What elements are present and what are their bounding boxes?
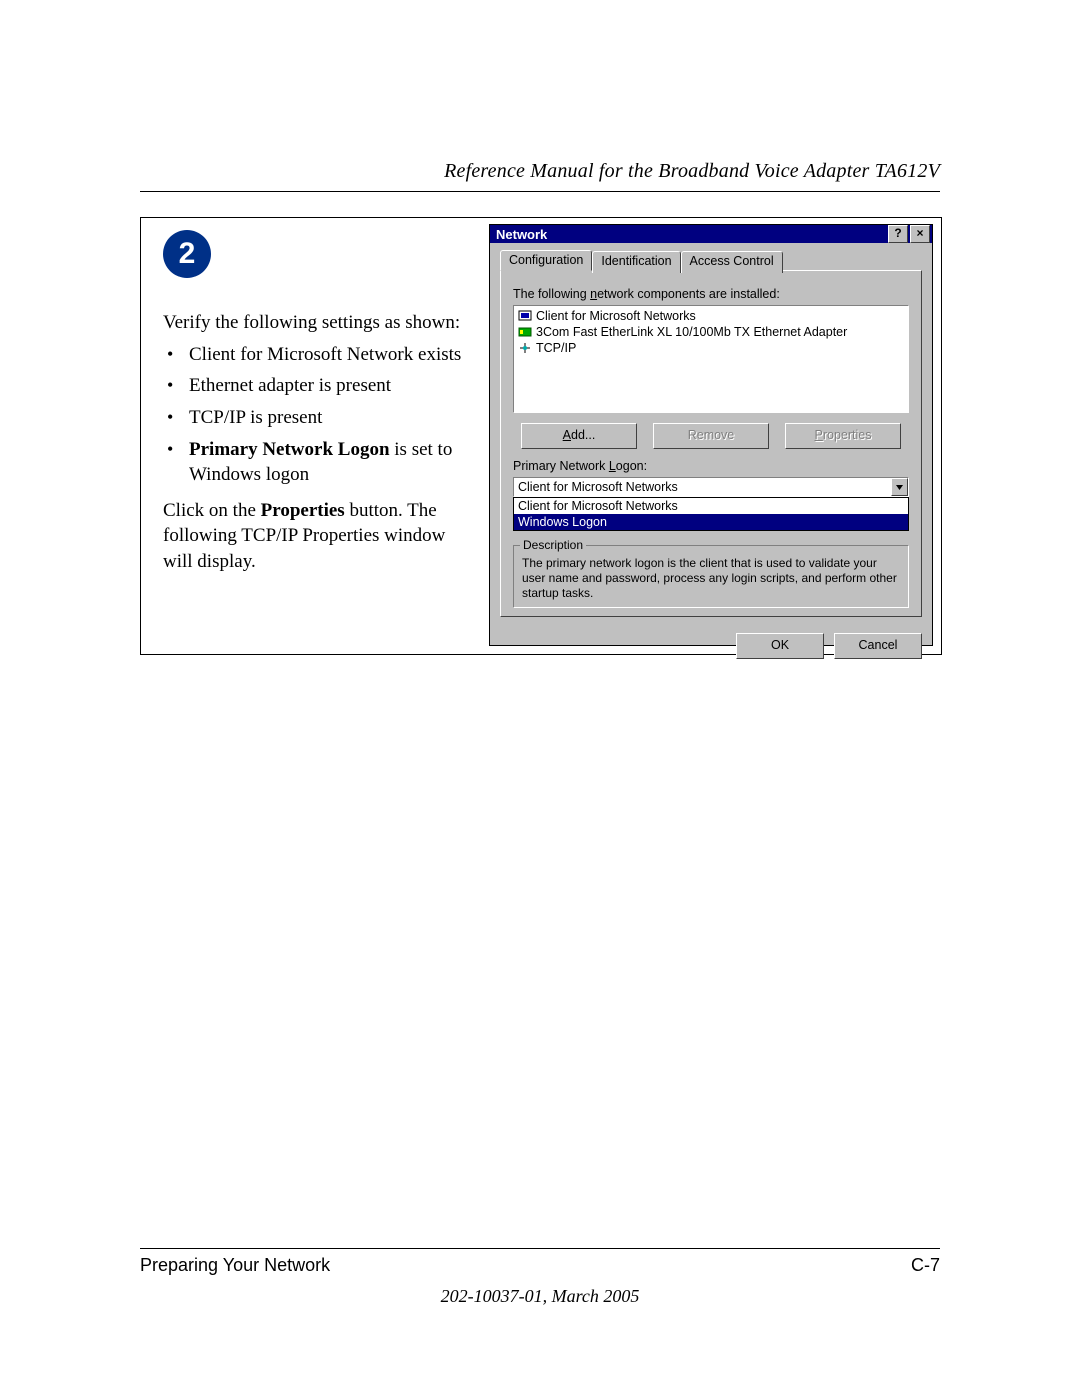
text: Remove: [688, 428, 735, 442]
footer-row: Preparing Your Network C-7: [140, 1255, 940, 1276]
footer-rule: [140, 1248, 940, 1249]
underline: A: [563, 428, 571, 442]
network-dialog: Network ? × Configuration Identification…: [489, 224, 933, 646]
description-group: Description The primary network logon is…: [513, 545, 909, 608]
dialog-footer: OK Cancel: [490, 625, 932, 669]
tab-identification[interactable]: Identification: [592, 251, 680, 273]
list-item[interactable]: 3Com Fast EtherLink XL 10/100Mb TX Ether…: [517, 324, 905, 340]
group-legend: Description: [520, 538, 586, 553]
text: dd...: [571, 428, 595, 442]
list-item[interactable]: Client for Microsoft Networks: [517, 308, 905, 324]
text: roperties: [823, 428, 872, 442]
list-item[interactable]: TCP/IP: [517, 340, 905, 356]
dialog-body: Configuration Identification Access Cont…: [490, 243, 932, 625]
dropdown-option-selected[interactable]: Windows Logon: [514, 514, 908, 530]
tab-row: Configuration Identification Access Cont…: [500, 249, 922, 271]
description-text: The primary network logon is the client …: [522, 556, 897, 600]
components-label: The following network components are ins…: [513, 287, 909, 301]
adapter-icon: [518, 325, 532, 339]
component-button-row: Add... Remove Properties: [521, 423, 901, 449]
client-icon: [518, 309, 532, 323]
list-item: Ethernet adapter is present: [183, 373, 463, 399]
bold-text: Primary Network Logon: [189, 439, 390, 460]
chevron-down-icon[interactable]: [891, 478, 908, 496]
dialog-column: Network ? × Configuration Identification…: [481, 218, 941, 654]
combo-value: Client for Microsoft Networks: [514, 478, 891, 496]
primary-logon-label: Primary Network Logon:: [513, 459, 909, 473]
protocol-icon: [518, 341, 532, 355]
list-item: Client for Microsoft Network exists: [183, 342, 463, 368]
primary-logon-combo[interactable]: Client for Microsoft Networks: [513, 477, 909, 497]
bold-text: Properties: [261, 500, 345, 521]
dialog-titlebar[interactable]: Network ? ×: [490, 225, 932, 243]
list-item: Primary Network Logon is set to Windows …: [183, 437, 463, 488]
step-number-badge: 2: [163, 230, 211, 278]
text: The following: [513, 287, 590, 301]
list-item: TCP/IP is present: [183, 405, 463, 431]
tab-configuration[interactable]: Configuration: [500, 250, 592, 271]
add-button[interactable]: Add...: [521, 423, 637, 449]
cancel-button[interactable]: Cancel: [834, 633, 922, 659]
instructions-followup: Click on the Properties button. The foll…: [163, 498, 463, 575]
page-footer: Preparing Your Network C-7 202-10037-01,…: [140, 1248, 940, 1307]
text: ogon:: [616, 459, 647, 473]
text: Primary Network: [513, 459, 609, 473]
document-page: Reference Manual for the Broadband Voice…: [0, 0, 1080, 1397]
instructions-intro: Verify the following settings as shown:: [163, 310, 463, 336]
text: 3Com Fast EtherLink XL 10/100Mb TX Ether…: [536, 325, 847, 339]
footer-page-number: C-7: [911, 1255, 940, 1276]
footer-doc-number: 202-10037-01, March 2005: [140, 1286, 940, 1307]
instructions-list: Client for Microsoft Network exists Ethe…: [163, 342, 463, 488]
text: Click on the: [163, 500, 261, 521]
text: Client for Microsoft Networks: [536, 309, 696, 323]
ok-button[interactable]: OK: [736, 633, 824, 659]
instructions-column: 2 Verify the following settings as shown…: [141, 218, 481, 654]
remove-button: Remove: [653, 423, 769, 449]
tab-access-control[interactable]: Access Control: [681, 251, 783, 273]
footer-section: Preparing Your Network: [140, 1255, 330, 1276]
components-listbox[interactable]: Client for Microsoft Networks 3Com Fast …: [513, 305, 909, 413]
underline: L: [609, 459, 616, 473]
underline: P: [815, 428, 823, 442]
step-content-box: 2 Verify the following settings as shown…: [140, 217, 942, 655]
properties-button: Properties: [785, 423, 901, 449]
tab-panel: The following network components are ins…: [500, 270, 922, 617]
close-button[interactable]: ×: [910, 225, 930, 243]
page-header: Reference Manual for the Broadband Voice…: [140, 160, 940, 183]
primary-logon-dropdown[interactable]: Client for Microsoft Networks Windows Lo…: [513, 497, 909, 531]
text: TCP/IP: [536, 341, 576, 355]
header-rule: [140, 191, 940, 192]
help-button[interactable]: ?: [888, 225, 908, 243]
text: etwork components are installed:: [597, 287, 780, 301]
dropdown-option[interactable]: Client for Microsoft Networks: [514, 498, 908, 514]
dialog-title: Network: [496, 227, 547, 242]
